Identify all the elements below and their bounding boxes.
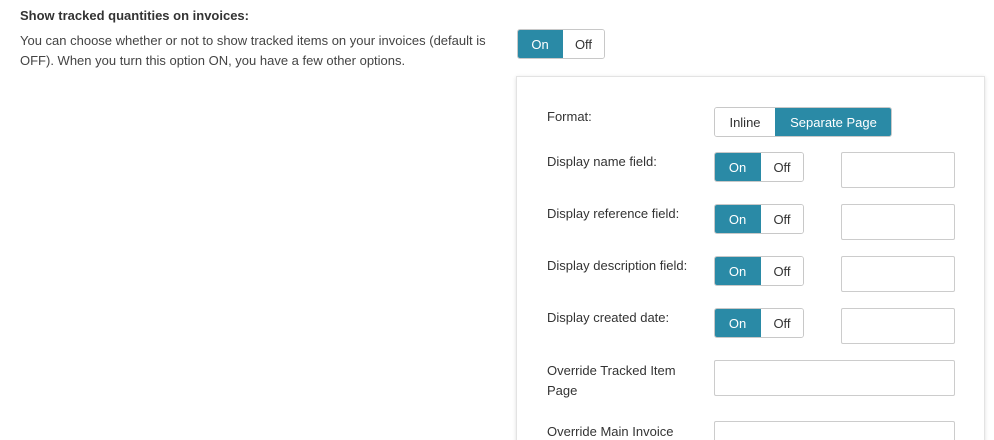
section-title: Show tracked quantities on invoices:	[20, 8, 249, 23]
display-name-label: Display name field:	[547, 154, 657, 169]
display-created-date-label: Display created date:	[547, 310, 670, 325]
display-reference-on-button[interactable]: On	[715, 205, 760, 233]
display-created-date-on-button[interactable]: On	[715, 309, 760, 337]
format-inline-button[interactable]: Inline	[715, 108, 775, 136]
display-description-off-button[interactable]: Off	[760, 257, 803, 285]
override-main-invoice-input[interactable]	[714, 421, 955, 440]
show-tracked-on-button[interactable]: On	[518, 30, 562, 58]
display-created-date-toggle[interactable]: On Off	[714, 308, 804, 338]
display-description-label: Display description field:	[547, 258, 688, 273]
override-tracked-item-page-input[interactable]	[714, 360, 955, 396]
display-reference-off-button[interactable]: Off	[760, 205, 803, 233]
display-name-toggle[interactable]: On Off	[714, 152, 804, 182]
display-created-date-input[interactable]	[841, 308, 955, 344]
override-main-invoice-label: Override Main Invoice	[547, 424, 674, 439]
format-toggle[interactable]: Inline Separate Page	[714, 107, 892, 137]
display-name-on-button[interactable]: On	[715, 153, 760, 181]
display-description-on-button[interactable]: On	[715, 257, 760, 285]
display-name-input[interactable]	[841, 152, 955, 188]
override-tracked-item-page-label: Override Tracked Item Page	[547, 363, 676, 398]
section-description: You can choose whether or not to show tr…	[20, 33, 486, 68]
show-tracked-toggle[interactable]: On Off	[517, 29, 605, 59]
display-reference-toggle[interactable]: On Off	[714, 204, 804, 234]
display-reference-label: Display reference field:	[547, 206, 680, 221]
display-description-toggle[interactable]: On Off	[714, 256, 804, 286]
format-separate-page-button[interactable]: Separate Page	[775, 108, 891, 136]
display-description-input[interactable]	[841, 256, 955, 292]
display-reference-input[interactable]	[841, 204, 955, 240]
format-label: Format:	[547, 109, 592, 124]
display-name-off-button[interactable]: Off	[760, 153, 803, 181]
display-created-date-off-button[interactable]: Off	[760, 309, 803, 337]
show-tracked-off-button[interactable]: Off	[562, 30, 604, 58]
tracked-options-panel: Format: Inline Separate Page Display nam…	[516, 76, 985, 440]
